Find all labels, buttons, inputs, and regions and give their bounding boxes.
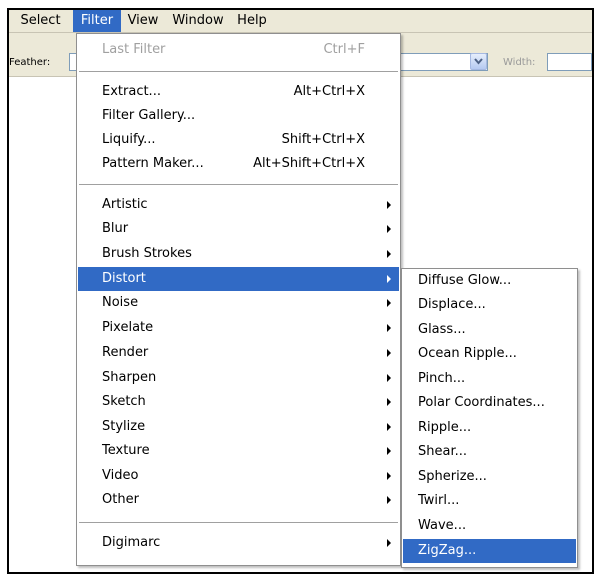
menu-item-label: Ocean Ripple... (418, 346, 517, 361)
menu-item-shortcut: Alt+Shift+Ctrl+X (253, 156, 365, 171)
menu-item-texture[interactable]: Texture (78, 439, 399, 463)
menu-item-ripple[interactable]: Ripple... (403, 416, 576, 440)
menu-item-label: Pixelate (102, 320, 154, 335)
submenu-arrow-icon (387, 349, 391, 357)
menu-item-label: Displace... (418, 297, 486, 312)
menu-item-label: Stylize (102, 419, 146, 434)
menu-item-pixelate[interactable]: Pixelate (78, 316, 399, 340)
menu-item-label: Artistic (102, 197, 148, 212)
menu-item-label: Ripple... (418, 420, 472, 435)
menu-separator (79, 71, 398, 72)
menu-separator (79, 184, 398, 185)
submenu-arrow-icon (387, 374, 391, 382)
menu-item-label: Filter Gallery... (102, 108, 196, 123)
menu-item-brush-strokes[interactable]: Brush Strokes (78, 242, 399, 266)
menu-item-label: Shear... (418, 444, 468, 459)
submenu-arrow-icon (387, 250, 391, 258)
menu-bar: Select Filter View Window Help (9, 10, 592, 33)
menu-item-label: Pattern Maker... (102, 156, 204, 171)
menu-item-label: Digimarc (102, 535, 161, 550)
menu-item-video[interactable]: Video (78, 464, 399, 488)
menu-item-sketch[interactable]: Sketch (78, 390, 399, 414)
menu-item-label: Texture (102, 443, 150, 458)
submenu-arrow-icon (387, 496, 391, 504)
menu-item-label: Distort (102, 271, 146, 286)
submenu-arrow-icon (387, 447, 391, 455)
menu-item-glass[interactable]: Glass... (403, 318, 576, 342)
width-label: Width: (503, 57, 536, 68)
menu-item-label: Liquify... (102, 132, 156, 147)
menu-item-shortcut: Alt+Ctrl+X (293, 84, 365, 99)
menu-item-shear[interactable]: Shear... (403, 440, 576, 464)
menu-item-noise[interactable]: Noise (78, 291, 399, 315)
menu-item-artistic[interactable]: Artistic (78, 193, 399, 217)
menu-item-wave[interactable]: Wave... (403, 514, 576, 538)
menu-item-liquify[interactable]: Liquify... Shift+Ctrl+X (78, 128, 399, 152)
menu-item-distort[interactable]: Distort (78, 267, 399, 291)
submenu-arrow-icon (387, 539, 391, 547)
menu-view[interactable]: View (122, 10, 164, 32)
menu-item-shortcut: Shift+Ctrl+X (281, 132, 365, 147)
menu-filter[interactable]: Filter (73, 10, 121, 32)
menu-item-spherize[interactable]: Spherize... (403, 465, 576, 489)
filter-menu: Last Filter Ctrl+F Extract... Alt+Ctrl+X… (76, 33, 401, 566)
menu-item-label: Brush Strokes (102, 246, 192, 261)
menu-window[interactable]: Window (166, 10, 230, 32)
menu-item-twirl[interactable]: Twirl... (403, 489, 576, 513)
menu-item-label: Other (102, 492, 139, 507)
menu-item-zigzag[interactable]: ZigZag... (403, 539, 576, 563)
menu-item-extract[interactable]: Extract... Alt+Ctrl+X (78, 80, 399, 104)
chevron-down-icon (474, 58, 483, 65)
menu-item-label: Sharpen (102, 370, 157, 385)
menu-item-label: Diffuse Glow... (418, 273, 512, 288)
menu-item-displace[interactable]: Displace... (403, 293, 576, 317)
menu-item-filter-gallery[interactable]: Filter Gallery... (78, 104, 399, 128)
menu-item-label: Blur (102, 221, 129, 236)
menu-item-label: Sketch (102, 394, 146, 409)
menu-item-other[interactable]: Other (78, 488, 399, 512)
menu-separator (79, 522, 398, 523)
menu-item-pattern-maker[interactable]: Pattern Maker... Alt+Shift+Ctrl+X (78, 152, 399, 176)
menu-item-stylize[interactable]: Stylize (78, 415, 399, 439)
submenu-arrow-icon (387, 324, 391, 332)
menu-item-label: Last Filter (102, 42, 166, 57)
menu-item-polar-coordinates[interactable]: Polar Coordinates... (403, 391, 576, 415)
submenu-arrow-icon (387, 472, 391, 480)
submenu-arrow-icon (387, 275, 391, 283)
feather-label: Feather: (9, 57, 51, 68)
menu-item-label: Wave... (418, 518, 467, 533)
menu-item-blur[interactable]: Blur (78, 217, 399, 241)
menu-item-label: Extract... (102, 84, 161, 99)
distort-submenu: Diffuse Glow... Displace... Glass... Oce… (401, 268, 578, 568)
menu-item-label: Twirl... (418, 493, 460, 508)
menu-item-label: Pinch... (418, 371, 466, 386)
menu-item-digimarc[interactable]: Digimarc (78, 531, 399, 555)
submenu-arrow-icon (387, 423, 391, 431)
menu-item-label: Glass... (418, 322, 466, 337)
dropdown-button[interactable] (470, 53, 487, 70)
menu-item-label: Noise (102, 295, 139, 310)
menu-item-ocean-ripple[interactable]: Ocean Ripple... (403, 342, 576, 366)
menu-item-label: Polar Coordinates... (418, 395, 545, 410)
menu-help[interactable]: Help (232, 10, 272, 32)
photoshop-window: Select Filter View Window Help Feather: … (7, 8, 594, 574)
menu-item-diffuse-glow[interactable]: Diffuse Glow... (403, 269, 576, 293)
menu-item-render[interactable]: Render (78, 341, 399, 365)
menu-item-shortcut: Ctrl+F (323, 42, 365, 57)
menu-item-pinch[interactable]: Pinch... (403, 367, 576, 391)
submenu-arrow-icon (387, 225, 391, 233)
width-input[interactable] (547, 53, 592, 71)
menu-select[interactable]: Select (9, 10, 72, 32)
menu-item-label: ZigZag... (418, 543, 477, 558)
menu-item-label: Spherize... (418, 469, 487, 484)
submenu-arrow-icon (387, 299, 391, 307)
submenu-arrow-icon (387, 398, 391, 406)
menu-item-label: Video (102, 468, 139, 483)
submenu-arrow-icon (387, 201, 391, 209)
menu-item-label: Render (102, 345, 149, 360)
menu-item-last-filter[interactable]: Last Filter Ctrl+F (78, 38, 399, 62)
menu-item-sharpen[interactable]: Sharpen (78, 366, 399, 390)
